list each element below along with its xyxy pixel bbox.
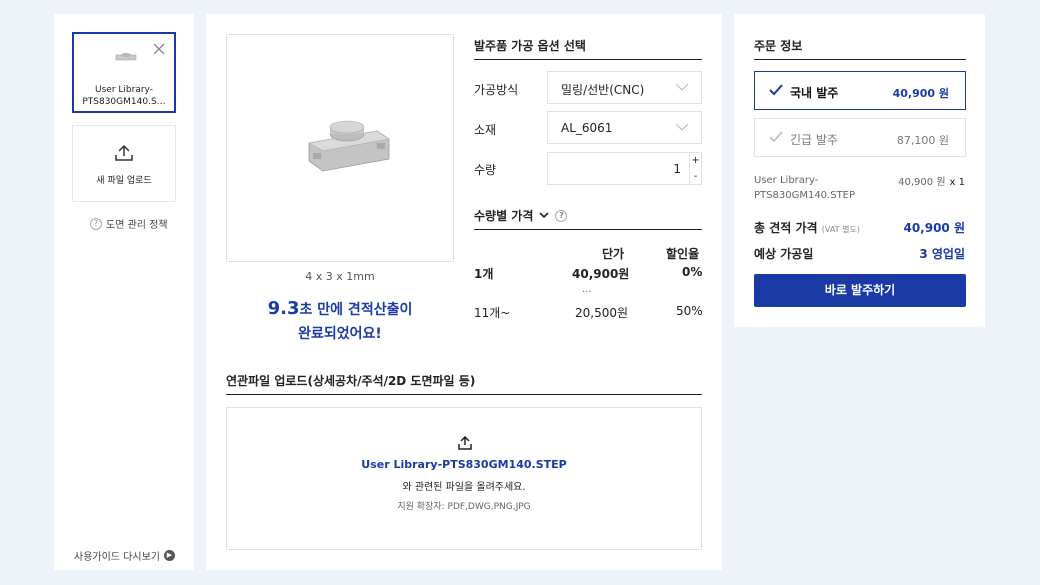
quantity-label: 수량 [474, 163, 497, 177]
part-thumbnail-icon [115, 53, 137, 61]
total-label-text: 총 견적 가격 [754, 221, 818, 235]
guide-label: 사용가이드 다시보기 [74, 552, 160, 563]
upload-icon [115, 144, 133, 161]
quantity-minus-button[interactable]: - [689, 169, 701, 185]
discount-header: 할인율 [666, 247, 700, 261]
quantity-plus-button[interactable]: + [689, 153, 701, 169]
file-list-panel: User Library- PTS830GM140.S… 새 파일 업로드 ? … [54, 14, 194, 570]
upload-label: 새 파일 업로드 [96, 176, 152, 186]
done-seconds: 9.3 [267, 298, 300, 319]
order-now-button[interactable]: 바로 발주하기 [754, 274, 966, 307]
check-icon [769, 131, 783, 143]
chevron-down-icon[interactable] [539, 212, 549, 219]
price-row-qty: 11개~ [474, 306, 511, 320]
summary-file-line1: User Library- [754, 175, 819, 186]
summary-price: 40,900 원x 1 [898, 173, 965, 188]
quote-done-message: 9.3초 만에 견적산출이 완료되었어요! [226, 297, 454, 346]
related-file-name: User Library-PTS830GM140.STEP [361, 458, 567, 471]
summary-file-name: User Library- PTS830GM140.STEP [754, 173, 855, 203]
order-info-panel: 주문 정보 국내 발주 40,900 원 긴급 발주 87,100 원 User… [734, 14, 985, 327]
file-card[interactable]: User Library- PTS830GM140.S… [72, 32, 176, 113]
summary-qty: x 1 [949, 177, 965, 188]
option-name: 국내 발주 [790, 86, 839, 100]
help-icon: ? [90, 217, 102, 230]
option-price: 40,900 원 [892, 87, 949, 100]
method-value: 밀링/선반(CNC) [561, 83, 645, 97]
unit-price-header: 단가 [602, 247, 625, 261]
related-message: 와 관련된 파일을 올려주세요. [402, 482, 526, 493]
quote-main-panel: 4 x 3 x 1mm 9.3초 만에 견적산출이 완료되었어요! 발주품 가공… [206, 14, 722, 570]
price-title-label: 수량별 가격 [474, 209, 534, 223]
material-label: 소재 [474, 123, 497, 137]
file-name: User Library- PTS830GM140.S… [78, 84, 170, 108]
option-name: 긴급 발주 [790, 133, 838, 147]
method-label: 가공방식 [474, 83, 519, 97]
related-file-dropzone[interactable]: User Library-PTS830GM140.STEP 와 관련된 파일을 … [226, 407, 702, 550]
chevron-down-icon [675, 83, 689, 91]
price-ellipsis: ... [582, 284, 592, 295]
drawing-policy-link[interactable]: ? 도면 관리 정책 [90, 216, 168, 231]
eta-label: 예상 가공일 [754, 247, 814, 261]
chevron-down-icon [675, 123, 689, 131]
help-icon[interactable]: ? [555, 209, 568, 222]
close-icon[interactable] [152, 42, 166, 56]
part-3d-preview[interactable] [226, 34, 454, 262]
option-price: 87,100 원 [896, 134, 949, 147]
method-select[interactable]: 밀링/선반(CNC) [547, 71, 702, 104]
material-value: AL_6061 [561, 121, 613, 135]
vat-note: (VAT 별도) [821, 225, 860, 234]
policy-label: 도면 관리 정책 [106, 220, 168, 231]
price-row-discount: 0% [682, 265, 703, 279]
price-by-qty-title: 수량별 가격 ? [474, 207, 702, 230]
price-row-discount: 50% [676, 304, 703, 318]
summary-file-line2: PTS830GM140.STEP [754, 190, 856, 201]
domestic-order-option[interactable]: 국내 발주 40,900 원 [754, 71, 966, 110]
part-dimensions: 4 x 3 x 1mm [305, 270, 375, 283]
done-line1: 초 만에 견적산출이 [299, 302, 413, 318]
file-name-line1: User Library- [95, 85, 153, 95]
guide-replay-link[interactable]: 사용가이드 다시보기 ▶ [74, 548, 175, 563]
file-name-line2: PTS830GM140.S… [82, 97, 166, 107]
new-file-upload-button[interactable]: 새 파일 업로드 [72, 125, 176, 202]
urgent-order-option[interactable]: 긴급 발주 87,100 원 [754, 118, 966, 157]
order-title: 주문 정보 [754, 37, 966, 60]
supported-extensions: 지원 확장자: PDF,DWG,PNG,JPG [397, 502, 531, 512]
related-files-title: 연관파일 업로드(상세공차/주석/2D 도면파일 등) [226, 372, 702, 395]
upload-icon [458, 436, 472, 450]
done-line2: 완료되었어요! [298, 326, 382, 342]
price-row-unit: 20,500원 [575, 306, 629, 320]
summary-price-value: 40,900 원 [898, 177, 946, 188]
total-price-label: 총 견적 가격 (VAT 별도) [754, 219, 860, 236]
quantity-stepper[interactable]: 1 + - [547, 152, 702, 185]
material-select[interactable]: AL_6061 [547, 111, 702, 144]
check-icon [769, 84, 783, 96]
options-title: 발주품 가공 옵션 선택 [474, 37, 702, 60]
price-row-qty: 1개 [474, 267, 494, 281]
total-price-value: 40,900 원 [903, 221, 965, 235]
part-model-image [308, 120, 390, 172]
play-icon: ▶ [163, 550, 175, 561]
price-row-unit: 40,900원 [572, 267, 630, 281]
eta-value: 3 영업일 [919, 247, 965, 261]
quantity-value[interactable]: 1 [673, 162, 681, 176]
